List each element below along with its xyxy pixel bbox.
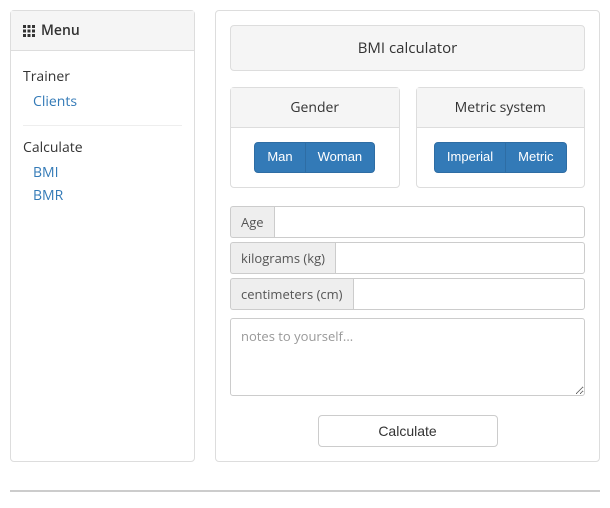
app-container: Menu Trainer Clients Calculate BMI BMR B… — [10, 10, 600, 462]
notes-textarea[interactable] — [230, 318, 585, 396]
sidebar-body: Trainer Clients Calculate BMI BMR — [11, 51, 194, 223]
calculate-button[interactable]: Calculate — [318, 415, 498, 447]
bottom-divider — [10, 490, 600, 492]
gender-header: Gender — [231, 88, 399, 128]
height-label: centimeters (cm) — [230, 278, 353, 310]
sidebar: Menu Trainer Clients Calculate BMI BMR — [10, 10, 195, 462]
sidebar-header: Menu — [11, 11, 194, 51]
menu-label: Menu — [41, 21, 80, 40]
metric-body: Imperial Metric — [417, 128, 585, 187]
sidebar-link-bmi[interactable]: BMI — [23, 161, 182, 184]
weight-label: kilograms (kg) — [230, 242, 335, 274]
gender-man-button[interactable]: Man — [254, 142, 305, 173]
metric-panel: Metric system Imperial Metric — [416, 87, 586, 188]
sidebar-section-calculate: Calculate — [23, 138, 182, 157]
options-row: Gender Man Woman Metric system Imperial … — [230, 87, 585, 188]
sidebar-link-clients[interactable]: Clients — [23, 90, 182, 113]
metric-metric-button[interactable]: Metric — [506, 142, 566, 173]
age-label: Age — [230, 206, 274, 238]
sidebar-divider — [23, 125, 182, 126]
weight-input[interactable] — [335, 242, 585, 274]
calculate-row: Calculate — [230, 415, 585, 447]
weight-group: kilograms (kg) — [230, 242, 585, 274]
gender-woman-button[interactable]: Woman — [306, 142, 376, 173]
grid-icon — [23, 25, 35, 37]
metric-button-group: Imperial Metric — [434, 142, 567, 173]
gender-button-group: Man Woman — [254, 142, 375, 173]
gender-panel: Gender Man Woman — [230, 87, 400, 188]
age-group: Age — [230, 206, 585, 238]
height-group: centimeters (cm) — [230, 278, 585, 310]
age-input[interactable] — [274, 206, 585, 238]
main-panel: BMI calculator Gender Man Woman Metric s… — [215, 10, 600, 462]
sidebar-section-trainer: Trainer — [23, 67, 182, 86]
gender-body: Man Woman — [231, 128, 399, 187]
page-title: BMI calculator — [230, 25, 585, 71]
metric-header: Metric system — [417, 88, 585, 128]
height-input[interactable] — [353, 278, 586, 310]
sidebar-link-bmr[interactable]: BMR — [23, 184, 182, 207]
metric-imperial-button[interactable]: Imperial — [434, 142, 506, 173]
